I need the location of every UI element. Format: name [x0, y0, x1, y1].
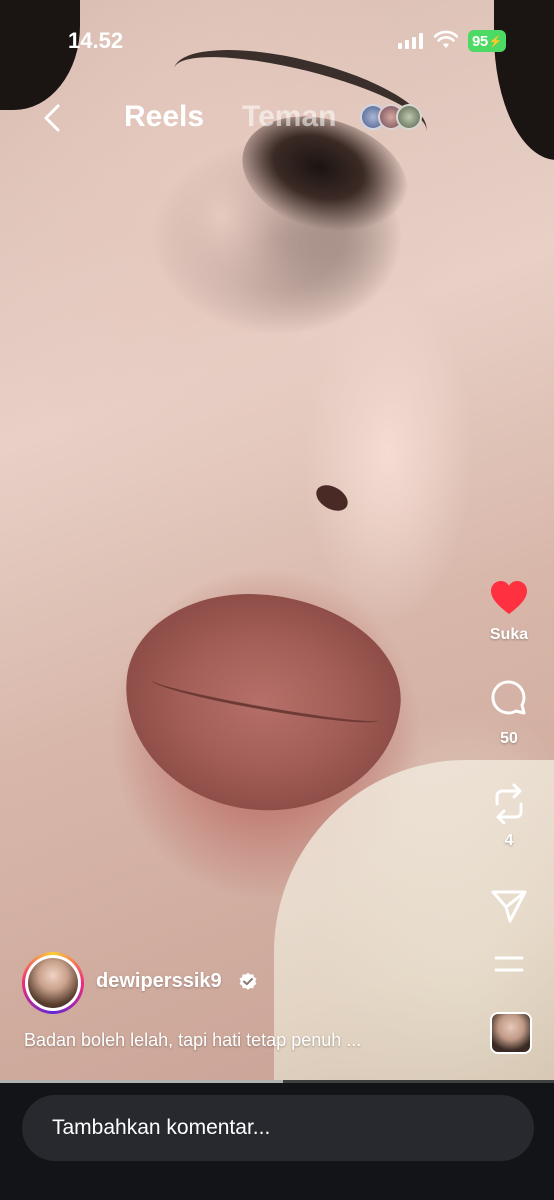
status-bar: 14.52 95 ⚡: [0, 0, 554, 80]
share-button[interactable]: [464, 888, 554, 924]
author-avatar[interactable]: [22, 952, 84, 1014]
tab-friends[interactable]: Teman: [242, 100, 336, 134]
repost-icon: [495, 783, 523, 825]
reel-caption[interactable]: Badan boleh lelah, tapi hati tetap penuh…: [24, 1030, 361, 1051]
author-username[interactable]: dewiperssik9: [96, 970, 222, 993]
battery-level: 95: [472, 32, 488, 50]
comment-input[interactable]: Tambahkan komentar...: [22, 1095, 534, 1161]
verified-badge-icon: [239, 972, 257, 990]
photo-nostril: [311, 479, 353, 517]
wifi-icon: [434, 30, 458, 48]
like-button[interactable]: Suka: [464, 580, 554, 644]
back-button[interactable]: [38, 100, 68, 136]
repost-button[interactable]: 4: [464, 782, 554, 850]
more-icon: [494, 956, 524, 972]
like-label: Suka: [489, 626, 529, 643]
comment-icon: [491, 680, 526, 715]
send-icon: [491, 890, 527, 923]
more-button[interactable]: [464, 954, 554, 974]
audio-thumbnail[interactable]: [490, 1012, 532, 1054]
friend-avatar: [396, 104, 422, 130]
heart-icon: [491, 581, 527, 614]
comment-button[interactable]: 50: [464, 680, 554, 748]
battery-icon: 95 ⚡: [468, 30, 506, 52]
status-time: 14.52: [68, 28, 124, 53]
comment-count: 50: [500, 730, 518, 747]
repost-count: 4: [504, 832, 514, 849]
cellular-signal-icon: [398, 33, 423, 49]
friend-avatars[interactable]: [360, 104, 422, 130]
comment-bar: Tambahkan komentar...: [0, 1083, 554, 1200]
tab-reels[interactable]: Reels: [124, 100, 204, 134]
